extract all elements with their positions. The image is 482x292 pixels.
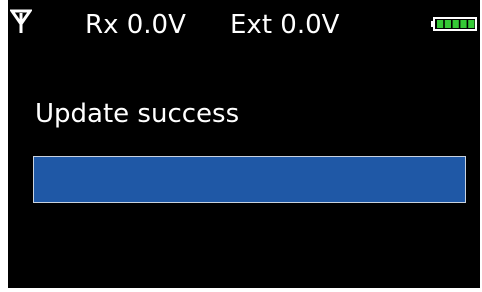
battery-cell <box>444 20 451 28</box>
update-status-message: Update success <box>35 99 240 129</box>
ext-voltage: Ext 0.0V <box>230 10 340 40</box>
battery-level <box>437 20 475 28</box>
update-progress-fill <box>34 157 465 202</box>
status-bar: Rx 0.0V Ext 0.0V <box>8 0 480 40</box>
battery-cell <box>468 20 475 28</box>
battery-cell <box>460 20 467 28</box>
battery-cell <box>452 20 459 28</box>
battery-cell <box>437 20 444 28</box>
update-progress-bar <box>33 156 466 203</box>
antenna-icon <box>10 9 32 33</box>
device-screen: Rx 0.0V Ext 0.0V Update success <box>8 0 480 288</box>
battery-icon <box>431 17 477 31</box>
rx-voltage: Rx 0.0V <box>85 10 186 40</box>
